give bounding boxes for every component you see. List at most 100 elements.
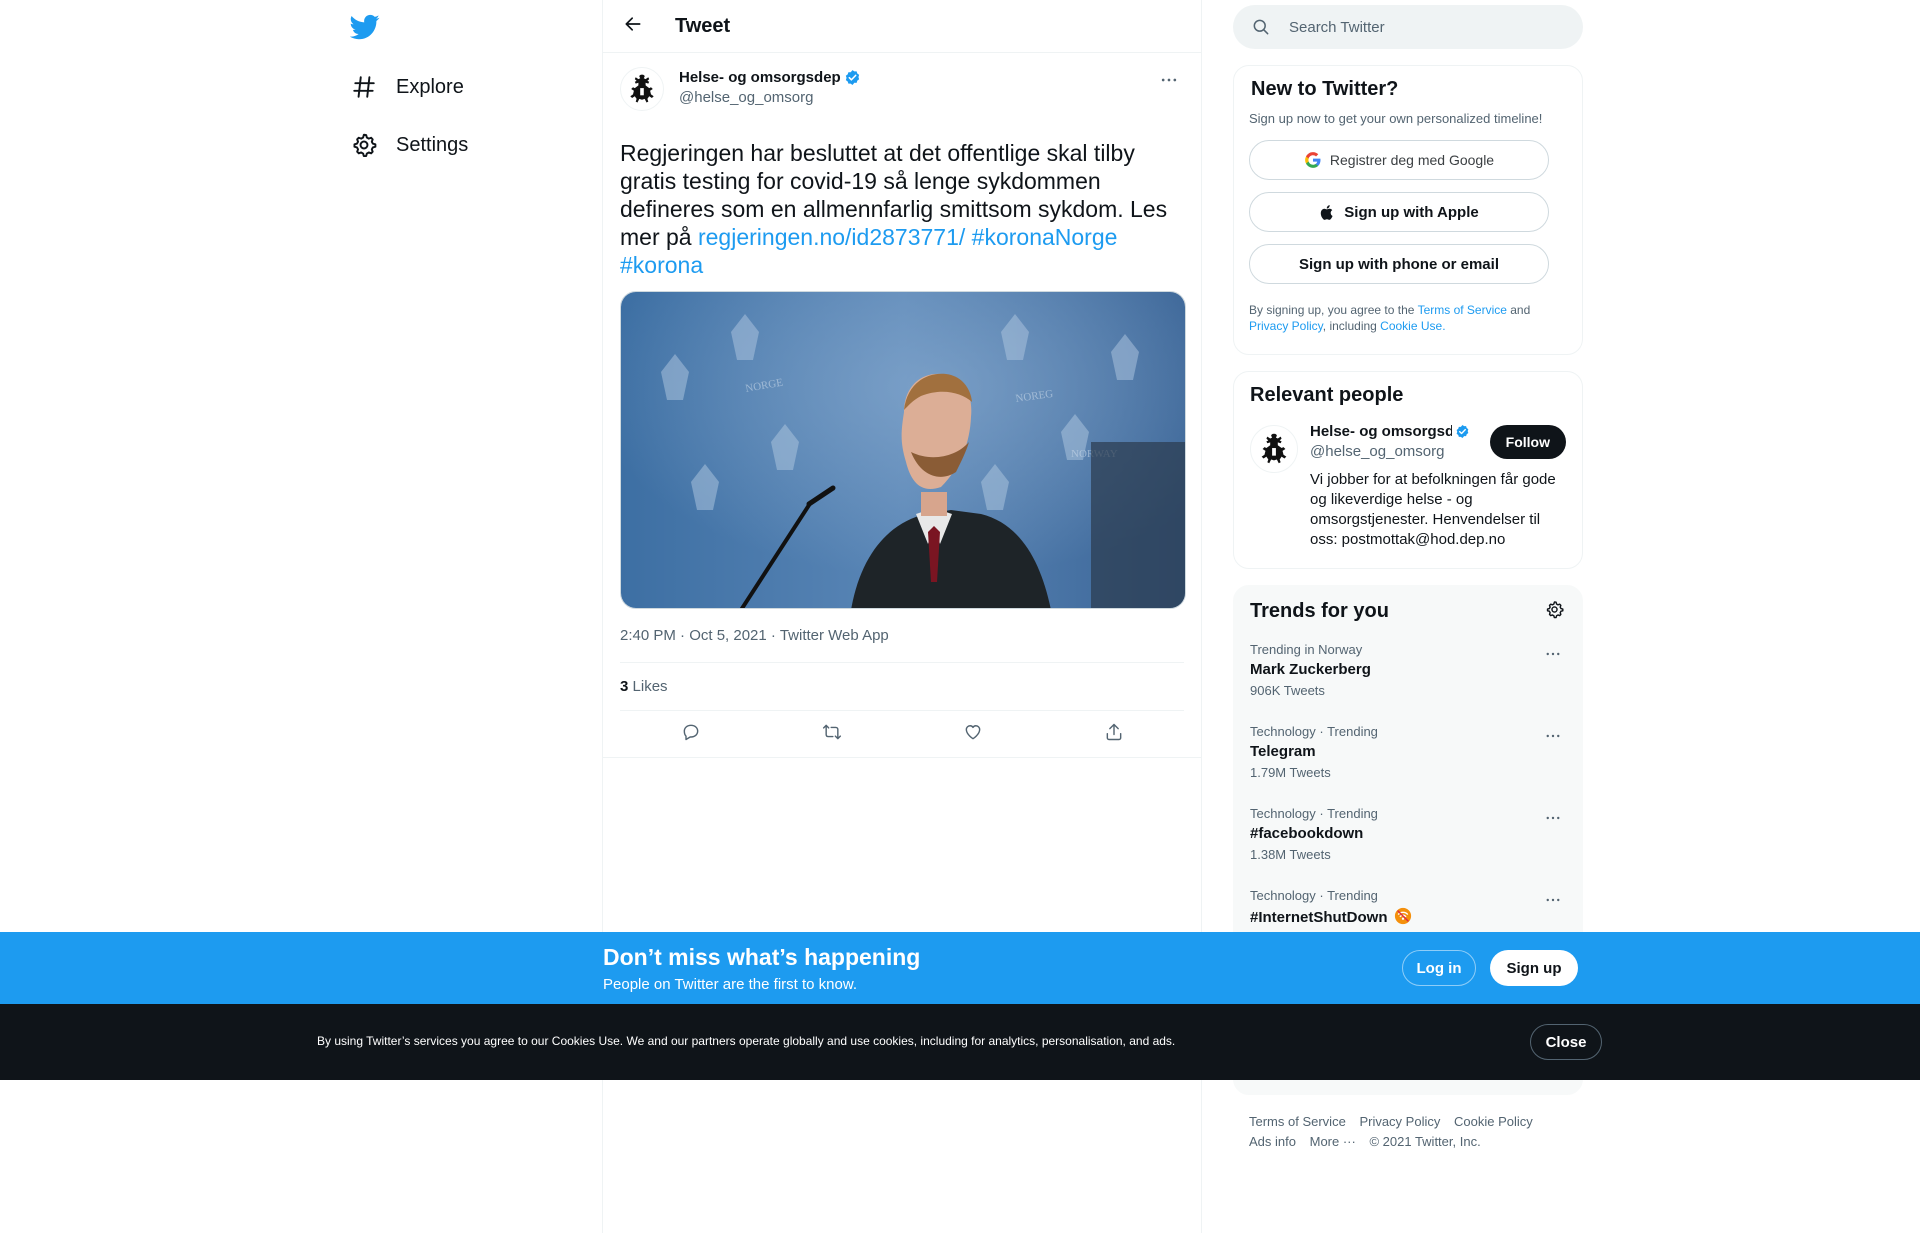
trends-title: Trends for you <box>1250 600 1389 622</box>
tweet-author: Helse- og omsorgsdep @helse_og_omsorg <box>620 65 1184 121</box>
trend-item[interactable]: Technology · Trending Telegram 1.79M Twe… <box>1250 711 1566 793</box>
verified-badge-icon <box>845 70 859 85</box>
relevant-people-card: Relevant people Helse- og omsorgsdep @he… <box>1233 371 1583 569</box>
footer-link-ads[interactable]: Ads info <box>1249 1134 1296 1149</box>
trend-more-button[interactable] <box>1540 887 1566 913</box>
trend-count: 906K Tweets <box>1250 683 1325 698</box>
trend-title: #facebookdown <box>1250 825 1364 842</box>
trend-count: 1.79M Tweets <box>1250 765 1331 780</box>
back-button[interactable] <box>613 6 653 46</box>
person-bio: Vi jobber for at befolkningen får gode o… <box>1310 471 1556 548</box>
avatar[interactable] <box>620 67 664 111</box>
signup-legal: By signing up, you agree to the Terms of… <box>1249 302 1567 334</box>
legal-text: By signing up, you agree to the <box>1249 303 1418 317</box>
hashtag-link[interactable]: #korona <box>620 252 703 278</box>
author-name[interactable]: Helse- og omsorgsdep <box>679 69 861 86</box>
person-name[interactable]: Helse- og omsorgsdep <box>1310 423 1470 440</box>
reply-icon <box>681 722 701 747</box>
hashtag-icon <box>350 73 378 101</box>
press-conference-photo: NORGE NOREG NORWAY <box>621 292 1185 608</box>
tweet-meta: 2:40 PM · Oct 5, 2021 · Twitter Web App <box>620 609 1184 663</box>
tweet-text: Regjeringen har besluttet at det offentl… <box>620 139 1184 279</box>
nav-settings-label: Settings <box>396 133 469 156</box>
verified-badge-icon <box>1456 424 1469 439</box>
more-dots-icon <box>1546 652 1560 656</box>
likes-count: 3 <box>620 678 629 695</box>
nav-settings[interactable]: Settings <box>350 120 468 170</box>
cookie-use-link[interactable]: Cookie Use. <box>1380 319 1445 333</box>
hashtag-link[interactable]: #koronaNorge <box>972 224 1118 250</box>
signup-card-title: New to Twitter? <box>1251 78 1399 100</box>
retweet-button[interactable] <box>814 716 850 752</box>
more-dots-icon <box>1159 70 1179 95</box>
nav-explore[interactable]: Explore <box>350 62 464 112</box>
phone-signup-label: Sign up with phone or email <box>1298 255 1499 273</box>
trend-more-button[interactable] <box>1540 641 1566 667</box>
heart-icon <box>963 722 983 747</box>
trend-context: Trending in Norway <box>1250 642 1363 657</box>
norwegian-lion-icon <box>630 74 654 103</box>
tweet: Helse- og omsorgsdep @helse_og_omsorg Re… <box>603 53 1201 758</box>
trend-item[interactable]: Trending in Norway Mark Zuckerberg 906K … <box>1250 629 1566 711</box>
google-logo-icon <box>1304 151 1322 169</box>
apple-signup-label: Sign up with Apple <box>1344 203 1479 221</box>
trend-title: Telegram <box>1250 743 1316 760</box>
login-button[interactable]: Log in <box>1402 950 1476 986</box>
like-button[interactable] <box>955 716 991 752</box>
footer-link-privacy[interactable]: Privacy Policy <box>1359 1114 1440 1129</box>
trend-more-button[interactable] <box>1540 805 1566 831</box>
more-dots-icon <box>1546 898 1560 902</box>
nav-explore-label: Explore <box>396 75 464 98</box>
footer-link-more[interactable]: More ··· <box>1310 1134 1356 1149</box>
apple-logo-icon <box>1319 204 1336 221</box>
sidebar-footer: Terms of Service Privacy Policy Cookie P… <box>1249 1112 1569 1152</box>
banner-title: Don’t miss what’s happening <box>603 944 921 970</box>
banner-subtitle: People on Twitter are the first to know. <box>603 976 858 993</box>
tweet-header: Tweet <box>603 0 1201 53</box>
arrow-left-icon <box>623 14 643 39</box>
google-signup-button[interactable]: Registrer deg med Google <box>1249 140 1549 180</box>
tweet-photo[interactable]: NORGE NOREG NORWAY <box>620 291 1186 609</box>
author-handle[interactable]: @helse_og_omsorg <box>679 89 861 106</box>
privacy-link[interactable]: Privacy Policy <box>1249 319 1323 333</box>
likes-row[interactable]: 3 Likes <box>620 663 1184 711</box>
apple-signup-button[interactable]: Sign up with Apple <box>1249 192 1549 232</box>
search-icon <box>1251 17 1271 37</box>
trend-title: #InternetShutDown <box>1250 907 1566 926</box>
author-name-text: Helse- og omsorgsdep <box>679 69 841 86</box>
reply-button[interactable] <box>673 716 709 752</box>
footer-link-cookie[interactable]: Cookie Policy <box>1454 1114 1533 1129</box>
trends-settings-button[interactable] <box>1542 600 1566 624</box>
signup-banner: Don’t miss what’s happening People on Tw… <box>0 932 1920 1004</box>
trend-context: Technology · Trending <box>1250 724 1378 739</box>
more-options-button[interactable] <box>1154 67 1184 97</box>
tweet-source[interactable]: Twitter Web App <box>780 627 889 644</box>
trend-more-button[interactable] <box>1540 723 1566 749</box>
avatar[interactable] <box>1250 425 1298 473</box>
gear-icon <box>350 131 378 159</box>
trend-item[interactable]: Technology · Trending #facebookdown 1.38… <box>1250 793 1566 875</box>
person-name-text: Helse- og omsorgsdep <box>1310 423 1453 440</box>
signup-button[interactable]: Sign up <box>1490 950 1578 986</box>
twitter-bird-icon[interactable] <box>349 12 380 42</box>
signal-emoji-icon <box>1394 907 1411 925</box>
tweet-timestamp[interactable]: 2:40 PM · Oct 5, 2021 · <box>620 627 780 644</box>
signup-card-subtitle: Sign up now to get your own personalized… <box>1249 111 1543 126</box>
footer-link-terms[interactable]: Terms of Service <box>1249 1114 1346 1129</box>
share-button[interactable] <box>1096 716 1132 752</box>
norwegian-lion-icon <box>1261 433 1287 464</box>
page-title: Tweet <box>675 14 731 37</box>
legal-text: and <box>1506 303 1531 317</box>
share-icon <box>1104 722 1124 747</box>
follow-button[interactable]: Follow <box>1489 425 1566 459</box>
relevant-person[interactable]: Helse- og omsorgsdep @helse_og_omsorg Vi… <box>1250 423 1566 550</box>
gear-icon <box>1545 600 1564 624</box>
footer-copyright: © 2021 Twitter, Inc. <box>1369 1134 1481 1149</box>
terms-link[interactable]: Terms of Service <box>1418 303 1507 317</box>
search-input[interactable] <box>1289 18 1569 36</box>
google-signup-label: Registrer deg med Google <box>1329 152 1495 168</box>
cookie-close-button[interactable]: Close <box>1530 1024 1602 1060</box>
tweet-link[interactable]: regjeringen.no/id2873771/ <box>698 224 965 250</box>
search-bar[interactable] <box>1233 5 1583 49</box>
phone-email-signup-button[interactable]: Sign up with phone or email <box>1249 244 1549 284</box>
